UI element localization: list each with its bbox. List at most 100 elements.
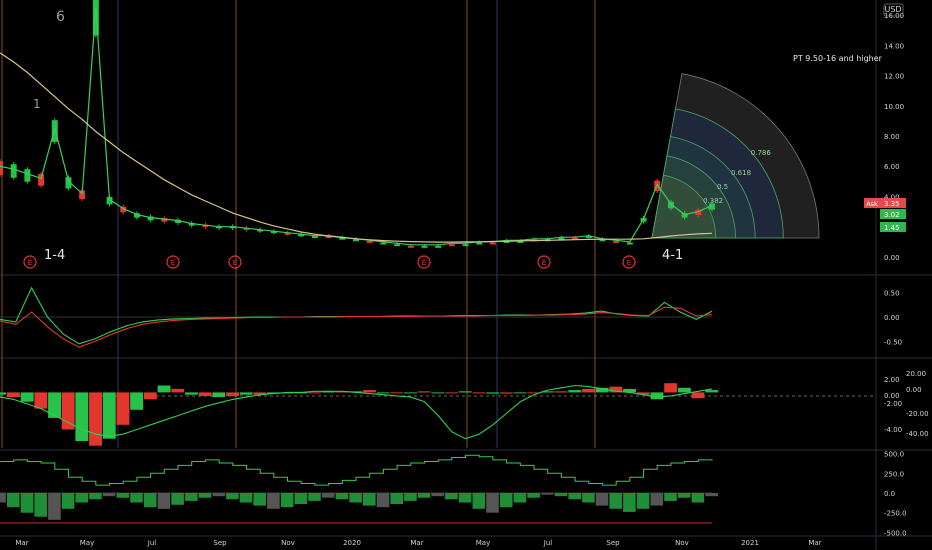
oscillator-3-bar	[363, 493, 376, 506]
oscillator-3-bar	[623, 493, 636, 512]
candle-body	[380, 242, 387, 245]
histogram-bar	[198, 392, 212, 396]
candle-body	[24, 169, 31, 182]
time-tick-label: Sep	[213, 539, 227, 547]
histogram-bar	[445, 392, 458, 394]
oscillator-3-bar	[568, 493, 581, 500]
oscillator-3-bar	[34, 493, 47, 517]
axis-tick-label: 6.00	[884, 163, 900, 171]
oscillator-3-bar	[61, 493, 75, 509]
candle-body	[489, 242, 496, 245]
histogram-bar	[499, 392, 513, 394]
time-tick-label: 2020	[343, 539, 361, 547]
axis-tick-label: 0.00	[884, 392, 900, 400]
time-tick-label: Jul	[147, 539, 157, 547]
oscillator-3-bar	[664, 493, 677, 501]
histogram-bar	[34, 392, 48, 409]
oscillator-3-bar	[253, 493, 266, 506]
histogram-bar	[664, 383, 678, 393]
histogram-bar	[61, 392, 75, 430]
axis-tick-label: 14.00	[884, 42, 904, 50]
histogram-bar	[691, 392, 705, 399]
candle-body	[394, 244, 401, 247]
histogram-bar	[157, 385, 171, 393]
histogram-bar	[0, 392, 7, 395]
histogram-bar	[130, 392, 144, 410]
wave-label: 6	[56, 9, 65, 25]
price-series-line	[0, 7, 713, 246]
oscillator-3-bar	[349, 493, 362, 503]
earnings-marker-label: E	[627, 259, 631, 267]
oscillator-3-bar	[308, 493, 321, 501]
oscillator-1-line	[0, 306, 713, 348]
histogram-bar	[239, 392, 253, 395]
histogram-bar	[48, 392, 61, 418]
candle-body	[311, 236, 318, 239]
axis-tick-label: -20.00	[906, 410, 929, 418]
time-tick-label: Nov	[675, 539, 689, 547]
oscillator-3-bar	[472, 493, 486, 509]
time-axis[interactable]: Mar May Jul Sep Nov 2020 Mar May Jul Sep Nov 2021 Ma…	[15, 539, 821, 547]
badge-label: Ask	[866, 200, 878, 208]
histogram-bar	[376, 392, 390, 394]
candle-body	[435, 245, 442, 248]
time-tick-label: Jul	[543, 539, 553, 547]
time-tick-label: Mar	[410, 539, 423, 547]
oscillator-3-bar	[267, 493, 280, 509]
oscillator-1-line	[0, 286, 713, 345]
oscillator-3-bar	[390, 493, 403, 504]
oscillator-3-bar	[89, 493, 102, 500]
histogram-bar	[417, 391, 431, 393]
histogram-bar	[582, 388, 595, 393]
candle-body	[0, 160, 3, 176]
candle-body	[421, 245, 428, 248]
price-badge-value: 3.02	[884, 211, 900, 219]
axis-tick-label: 0.00	[884, 254, 900, 262]
step-line	[0, 454, 713, 486]
earnings-marker-label: E	[422, 259, 426, 267]
time-tick-label: Mar	[15, 539, 28, 547]
candle-body	[476, 242, 483, 245]
oscillator-3-bar	[705, 493, 718, 497]
histogram-bar	[390, 392, 404, 394]
axis-tick-label: -2.00	[884, 400, 902, 408]
fib-level-label: 0.5	[717, 183, 728, 191]
oscillator-3-bar	[75, 493, 88, 503]
price-badge-value: 3.35	[884, 200, 900, 208]
oscillator-3-bar	[20, 493, 34, 513]
oscillator-3-bar	[198, 493, 212, 498]
histogram-bar	[431, 392, 445, 394]
histogram-bar	[554, 391, 568, 393]
histogram-bar	[89, 392, 102, 446]
oscillator-3-bar	[48, 493, 61, 520]
time-tick-label: Sep	[606, 539, 620, 547]
axis-tick-label: 0.00	[884, 314, 900, 322]
wave-label: 4-1	[662, 248, 683, 263]
time-tick-label: Nov	[281, 539, 295, 547]
oscillator-3-bar	[143, 493, 157, 508]
axis-tick-label: 500.0	[884, 451, 904, 459]
oscillator-3-bar	[513, 493, 527, 503]
oscillator-3-bar	[650, 493, 664, 506]
histogram-bar	[568, 390, 582, 393]
fibonacci-fan: 0.3820.50.6180.786	[651, 73, 820, 239]
price-badge-value: 1.45	[884, 224, 900, 232]
oscillator-3-bar	[212, 493, 225, 497]
fib-level-label: 0.618	[731, 169, 751, 177]
histogram-bar	[458, 391, 472, 393]
wave-label: 1-4	[44, 248, 65, 263]
oscillator-3-bar	[280, 493, 294, 508]
axis-tick-label: 0.00	[906, 386, 922, 394]
oscillator-3-bar	[636, 493, 650, 509]
axis-tick-label: -500.0	[884, 529, 907, 537]
candle-body	[626, 242, 633, 245]
histogram-bar	[308, 392, 322, 394]
price-pane: 6 1 1-4 4-1 E E E E E E	[0, 0, 715, 269]
oscillator-3-bar	[486, 493, 499, 513]
oscillator-3-bar	[335, 493, 349, 500]
histogram-bar	[143, 392, 157, 400]
oscillator-3-bar	[116, 493, 130, 498]
axis-tick-label: 10.00	[884, 103, 904, 111]
histogram-bar	[20, 392, 34, 402]
histogram-bar	[116, 392, 130, 425]
